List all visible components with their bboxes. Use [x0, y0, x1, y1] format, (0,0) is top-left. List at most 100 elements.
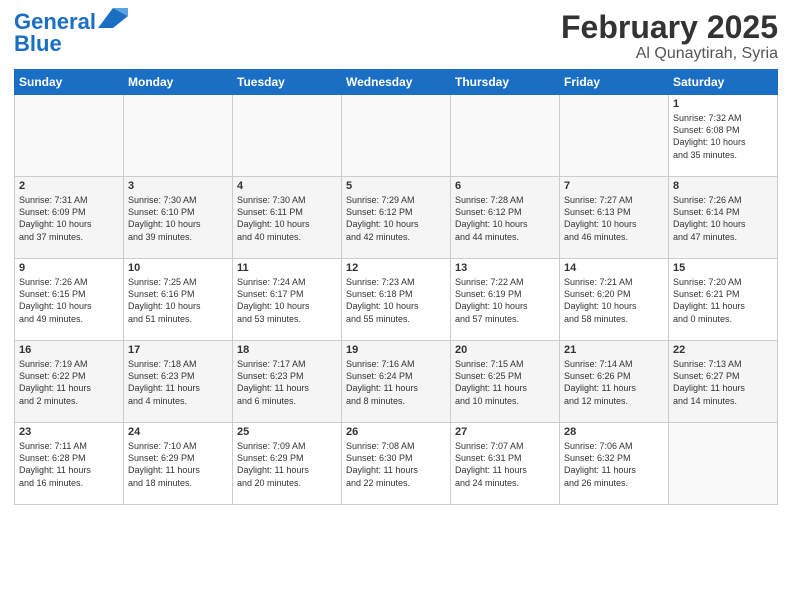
table-cell: 16 Sunrise: 7:19 AM Sunset: 6:22 PM Dayli…: [15, 341, 124, 423]
table-cell: 7 Sunrise: 7:27 AM Sunset: 6:13 PM Daylig…: [560, 177, 669, 259]
day-number: 6: [455, 180, 555, 192]
header-tuesday: Tuesday: [233, 70, 342, 95]
table-cell: 4Sunrise: 7:30 AM Sunset: 6:11 PM Daylig…: [233, 177, 342, 259]
day-info: Sunrise: 7:15 AM Sunset: 6:25 PM Dayligh…: [455, 358, 555, 407]
calendar-subtitle: Al Qunaytirah, Syria: [561, 45, 778, 63]
day-number: 26: [346, 426, 446, 438]
logo-text-blue: Blue: [14, 32, 62, 56]
day-info: Sunrise: 7:24 AM Sunset: 6:17 PM Dayligh…: [237, 276, 337, 325]
day-number: 21: [564, 344, 664, 356]
day-info: Sunrise: 7:06 AM Sunset: 6:32 PM Dayligh…: [564, 440, 664, 489]
calendar-week-2: 2Sunrise: 7:31 AM Sunset: 6:09 PM Daylig…: [15, 177, 778, 259]
table-cell: 20 Sunrise: 7:15 AM Sunset: 6:25 PM Dayli…: [451, 341, 560, 423]
day-info: Sunrise: 7:31 AM Sunset: 6:09 PM Dayligh…: [19, 194, 119, 243]
day-info: Sunrise: 7:29 AM Sunset: 6:12 PM Dayligh…: [346, 194, 446, 243]
title-block: February 2025 Al Qunaytirah, Syria: [561, 10, 778, 63]
calendar-week-5: 23 Sunrise: 7:11 AM Sunset: 6:28 PM Dayli…: [15, 423, 778, 505]
day-number: 18: [237, 344, 337, 356]
header-wednesday: Wednesday: [342, 70, 451, 95]
table-cell: 15 Sunrise: 7:20 AM Sunset: 6:21 PM Dayli…: [669, 259, 778, 341]
day-number: 20: [455, 344, 555, 356]
day-info: Sunrise: 7:22 AM Sunset: 6:19 PM Dayligh…: [455, 276, 555, 325]
day-number: 13: [455, 262, 555, 274]
table-cell: 17 Sunrise: 7:18 AM Sunset: 6:23 PM Dayli…: [124, 341, 233, 423]
table-cell: [451, 95, 560, 177]
table-cell: 3 Sunrise: 7:30 AM Sunset: 6:10 PM Daylig…: [124, 177, 233, 259]
table-cell: [560, 95, 669, 177]
table-cell: 26 Sunrise: 7:08 AM Sunset: 6:30 PM Dayli…: [342, 423, 451, 505]
calendar-week-3: 9 Sunrise: 7:26 AM Sunset: 6:15 PM Daylig…: [15, 259, 778, 341]
table-cell: 23 Sunrise: 7:11 AM Sunset: 6:28 PM Dayli…: [15, 423, 124, 505]
day-info: Sunrise: 7:16 AM Sunset: 6:24 PM Dayligh…: [346, 358, 446, 407]
day-info: Sunrise: 7:11 AM Sunset: 6:28 PM Dayligh…: [19, 440, 119, 489]
table-cell: [15, 95, 124, 177]
day-number: 23: [19, 426, 119, 438]
day-info: Sunrise: 7:08 AM Sunset: 6:30 PM Dayligh…: [346, 440, 446, 489]
table-cell: 1 Sunrise: 7:32 AM Sunset: 6:08 PM Daylig…: [669, 95, 778, 177]
day-number: 11: [237, 262, 337, 274]
day-info: Sunrise: 7:26 AM Sunset: 6:15 PM Dayligh…: [19, 276, 119, 325]
day-number: 22: [673, 344, 773, 356]
day-number: 15: [673, 262, 773, 274]
table-cell: 14 Sunrise: 7:21 AM Sunset: 6:20 PM Dayli…: [560, 259, 669, 341]
day-info: Sunrise: 7:18 AM Sunset: 6:23 PM Dayligh…: [128, 358, 228, 407]
calendar-week-4: 16 Sunrise: 7:19 AM Sunset: 6:22 PM Dayli…: [15, 341, 778, 423]
header-sunday: Sunday: [15, 70, 124, 95]
header: General Blue February 2025 Al Qunaytirah…: [14, 10, 778, 63]
table-cell: 2Sunrise: 7:31 AM Sunset: 6:09 PM Daylig…: [15, 177, 124, 259]
day-info: Sunrise: 7:07 AM Sunset: 6:31 PM Dayligh…: [455, 440, 555, 489]
table-cell: 21 Sunrise: 7:14 AM Sunset: 6:26 PM Dayli…: [560, 341, 669, 423]
day-number: 3: [128, 180, 228, 192]
table-cell: [669, 423, 778, 505]
day-info: Sunrise: 7:10 AM Sunset: 6:29 PM Dayligh…: [128, 440, 228, 489]
logo-icon: [98, 8, 128, 28]
table-cell: 13 Sunrise: 7:22 AM Sunset: 6:19 PM Dayli…: [451, 259, 560, 341]
day-info: Sunrise: 7:26 AM Sunset: 6:14 PM Dayligh…: [673, 194, 773, 243]
table-cell: 5 Sunrise: 7:29 AM Sunset: 6:12 PM Daylig…: [342, 177, 451, 259]
header-monday: Monday: [124, 70, 233, 95]
day-number: 12: [346, 262, 446, 274]
day-info: Sunrise: 7:20 AM Sunset: 6:21 PM Dayligh…: [673, 276, 773, 325]
day-info: Sunrise: 7:30 AM Sunset: 6:10 PM Dayligh…: [128, 194, 228, 243]
day-number: 1: [673, 98, 773, 110]
day-number: 27: [455, 426, 555, 438]
calendar-week-1: 1 Sunrise: 7:32 AM Sunset: 6:08 PM Daylig…: [15, 95, 778, 177]
day-number: 25: [237, 426, 337, 438]
day-number: 7: [564, 180, 664, 192]
table-cell: 6Sunrise: 7:28 AM Sunset: 6:12 PM Daylig…: [451, 177, 560, 259]
page: General Blue February 2025 Al Qunaytirah…: [0, 0, 792, 612]
day-number: 8: [673, 180, 773, 192]
day-info: Sunrise: 7:30 AM Sunset: 6:11 PM Dayligh…: [237, 194, 337, 243]
day-number: 9: [19, 262, 119, 274]
day-info: Sunrise: 7:21 AM Sunset: 6:20 PM Dayligh…: [564, 276, 664, 325]
day-info: Sunrise: 7:23 AM Sunset: 6:18 PM Dayligh…: [346, 276, 446, 325]
day-info: Sunrise: 7:19 AM Sunset: 6:22 PM Dayligh…: [19, 358, 119, 407]
day-number: 16: [19, 344, 119, 356]
day-info: Sunrise: 7:32 AM Sunset: 6:08 PM Dayligh…: [673, 112, 773, 161]
day-number: 19: [346, 344, 446, 356]
day-number: 24: [128, 426, 228, 438]
calendar-table: Sunday Monday Tuesday Wednesday Thursday…: [14, 69, 778, 505]
table-cell: 22 Sunrise: 7:13 AM Sunset: 6:27 PM Dayli…: [669, 341, 778, 423]
table-cell: [124, 95, 233, 177]
table-cell: 18Sunrise: 7:17 AM Sunset: 6:23 PM Dayli…: [233, 341, 342, 423]
day-info: Sunrise: 7:27 AM Sunset: 6:13 PM Dayligh…: [564, 194, 664, 243]
day-info: Sunrise: 7:14 AM Sunset: 6:26 PM Dayligh…: [564, 358, 664, 407]
logo: General Blue: [14, 10, 128, 56]
day-number: 28: [564, 426, 664, 438]
day-info: Sunrise: 7:25 AM Sunset: 6:16 PM Dayligh…: [128, 276, 228, 325]
day-info: Sunrise: 7:13 AM Sunset: 6:27 PM Dayligh…: [673, 358, 773, 407]
table-cell: 8 Sunrise: 7:26 AM Sunset: 6:14 PM Daylig…: [669, 177, 778, 259]
calendar-header-row: Sunday Monday Tuesday Wednesday Thursday…: [15, 70, 778, 95]
header-friday: Friday: [560, 70, 669, 95]
table-cell: 24 Sunrise: 7:10 AM Sunset: 6:29 PM Dayli…: [124, 423, 233, 505]
table-cell: 10 Sunrise: 7:25 AM Sunset: 6:16 PM Dayli…: [124, 259, 233, 341]
day-number: 5: [346, 180, 446, 192]
table-cell: 9 Sunrise: 7:26 AM Sunset: 6:15 PM Daylig…: [15, 259, 124, 341]
table-cell: [342, 95, 451, 177]
table-cell: 19 Sunrise: 7:16 AM Sunset: 6:24 PM Dayli…: [342, 341, 451, 423]
day-number: 10: [128, 262, 228, 274]
day-number: 14: [564, 262, 664, 274]
table-cell: [233, 95, 342, 177]
day-number: 17: [128, 344, 228, 356]
